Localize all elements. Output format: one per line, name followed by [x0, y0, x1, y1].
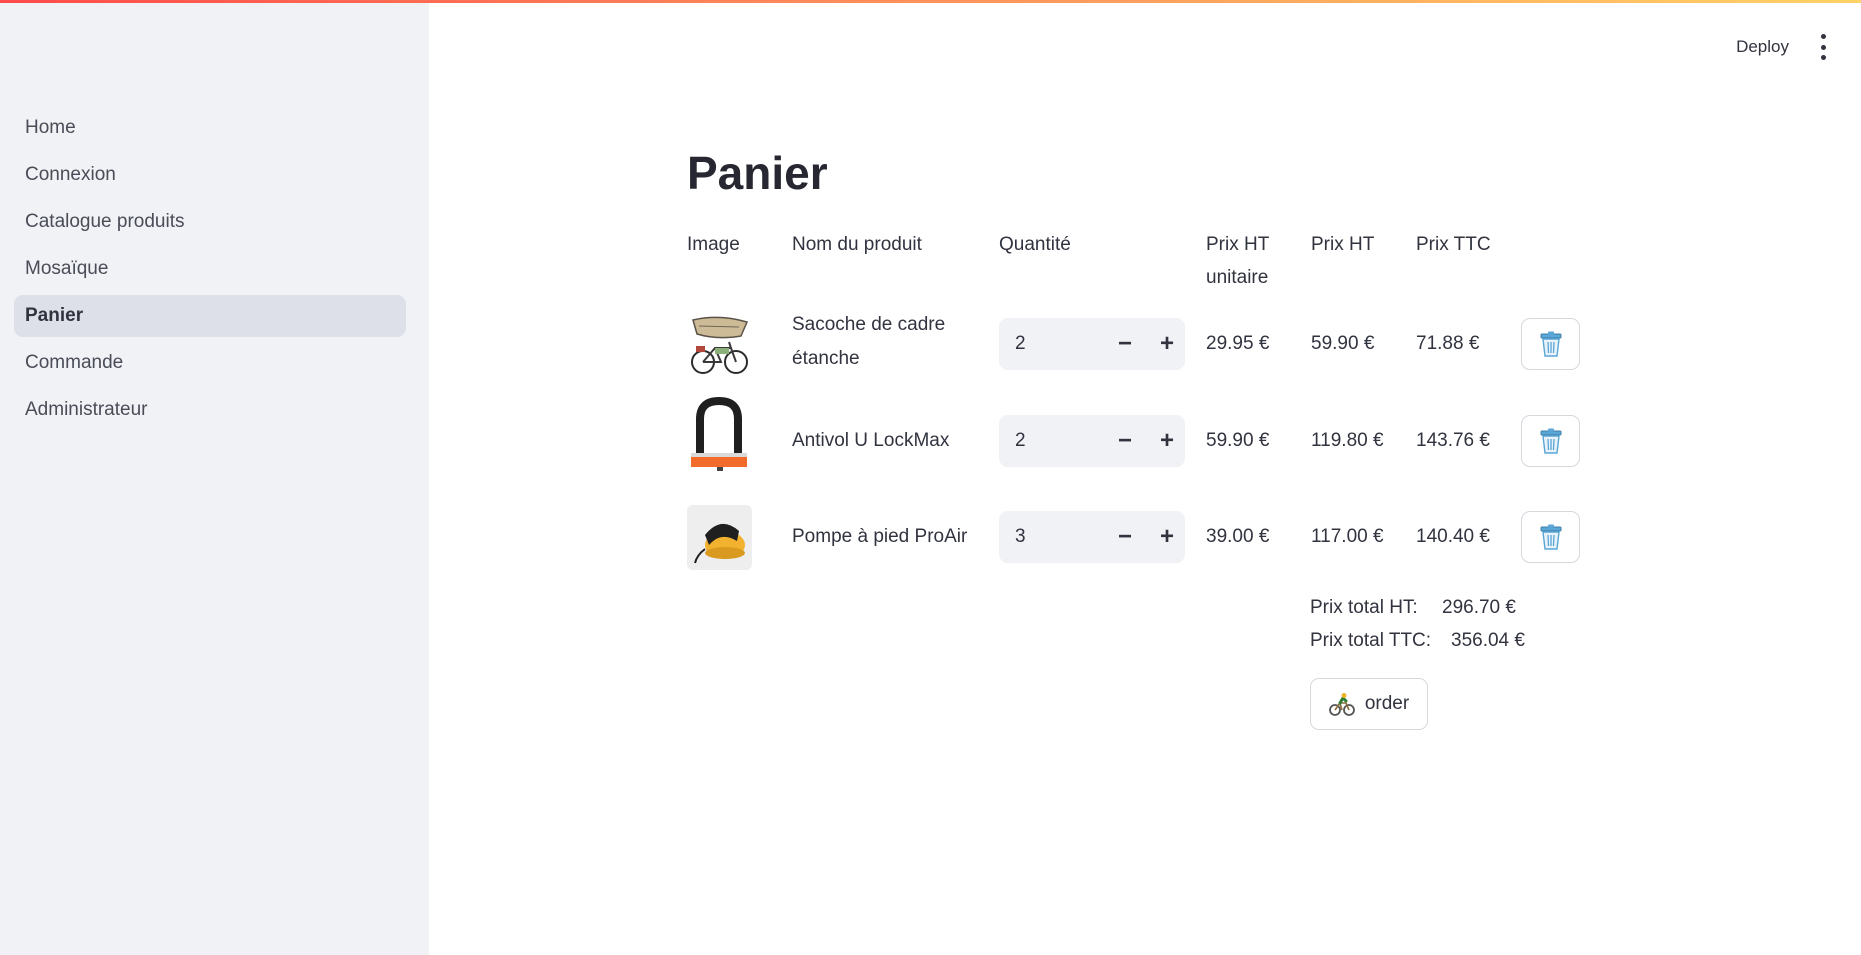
total-ttc-label: Prix total TTC: [1310, 630, 1432, 651]
product-name-line1: Sacoche de cadre [792, 314, 946, 335]
plus-icon[interactable]: + [1151, 521, 1183, 553]
sidebar-item-catalogue[interactable]: Catalogue produits [14, 201, 406, 243]
quantity-stepper[interactable]: 2 − + [999, 415, 1185, 467]
product-name-line1: Antivol U LockMax [792, 430, 950, 451]
product-name: Sacoche de cadre étanche [792, 308, 945, 376]
sidebar-item-administrateur[interactable]: Administrateur [14, 389, 406, 431]
product-name-line1: Pompe à pied ProAir [792, 526, 968, 547]
total-ht-value: 296.70 € [1442, 597, 1516, 618]
price-ttc: 71.88 € [1416, 333, 1480, 354]
quantity-value[interactable]: 2 [1015, 318, 1026, 370]
plus-icon[interactable]: + [1151, 425, 1183, 457]
product-name-line2: étanche [792, 348, 860, 369]
unit-price: 29.95 € [1206, 333, 1270, 354]
deploy-button[interactable]: Deploy [1736, 30, 1789, 64]
quantity-value[interactable]: 3 [1015, 511, 1026, 563]
vertical-ellipsis-icon[interactable] [1813, 34, 1833, 60]
foot-pump-image [687, 505, 752, 570]
sidebar-item-label: Connexion [25, 164, 116, 185]
sidebar-item-label: Home [25, 117, 76, 138]
quantity-stepper[interactable]: 2 − + [999, 318, 1185, 370]
sidebar-item-mosaique[interactable]: Mosaïque [14, 248, 406, 290]
column-header-unit-price-line2: unitaire [1206, 267, 1269, 288]
sidebar-item-panier[interactable]: Panier [14, 295, 406, 337]
minus-icon[interactable]: − [1109, 328, 1141, 360]
column-header-image: Image [687, 234, 740, 255]
trash-icon [1540, 428, 1561, 454]
trash-icon [1540, 331, 1561, 357]
sidebar-item-label: Mosaïque [25, 258, 109, 279]
unit-price: 39.00 € [1206, 526, 1270, 547]
sidebar-item-commande[interactable]: Commande [14, 342, 406, 384]
sidebar-item-connexion[interactable]: Connexion [14, 154, 406, 196]
unit-price: 59.90 € [1206, 430, 1270, 451]
page-title: Panier [687, 147, 828, 199]
delete-item-button[interactable] [1521, 318, 1580, 370]
price-ht: 117.00 € [1311, 526, 1384, 547]
top-accent-bar [0, 0, 1861, 3]
cyclist-icon [1328, 693, 1355, 716]
u-lock-image [687, 397, 752, 481]
column-header-price-ttc: Prix TTC [1416, 234, 1491, 255]
product-name: Pompe à pied ProAir [792, 520, 967, 554]
sidebar: Home Connexion Catalogue produits Mosaïq… [0, 0, 429, 955]
minus-icon[interactable]: − [1109, 425, 1141, 457]
total-ht-label: Prix total HT: [1310, 597, 1418, 618]
minus-icon[interactable]: − [1109, 521, 1141, 553]
price-ttc: 143.76 € [1416, 430, 1490, 451]
order-button[interactable]: order [1310, 678, 1428, 730]
product-name: Antivol U LockMax [792, 424, 949, 458]
column-header-price-ht: Prix HT [1311, 234, 1375, 255]
sidebar-item-label: Panier [25, 305, 84, 326]
price-ht: 59.90 € [1311, 333, 1375, 354]
column-header-name: Nom du produit [792, 234, 922, 255]
sidebar-nav: Home Connexion Catalogue produits Mosaïq… [14, 107, 406, 436]
column-header-unit-price: Prix HT unitaire [1206, 228, 1269, 294]
delete-item-button[interactable] [1521, 415, 1580, 467]
column-header-unit-price-line1: Prix HT [1206, 234, 1270, 255]
column-header-quantity: Quantité [999, 234, 1071, 255]
price-ht: 119.80 € [1311, 430, 1384, 451]
frame-bag-image [687, 312, 752, 377]
delete-item-button[interactable] [1521, 511, 1580, 563]
sidebar-item-label: Administrateur [25, 399, 148, 420]
app-header: Deploy [429, 0, 1861, 94]
order-button-label: order [1364, 693, 1410, 714]
total-ttc-value: 356.04 € [1451, 630, 1525, 651]
quantity-stepper[interactable]: 3 − + [999, 511, 1185, 563]
sidebar-item-label: Commande [25, 352, 124, 373]
plus-icon[interactable]: + [1151, 328, 1183, 360]
sidebar-item-home[interactable]: Home [14, 107, 406, 149]
sidebar-item-label: Catalogue produits [25, 211, 185, 232]
quantity-value[interactable]: 2 [1015, 415, 1026, 467]
trash-icon [1540, 524, 1561, 550]
price-ttc: 140.40 € [1416, 526, 1490, 547]
